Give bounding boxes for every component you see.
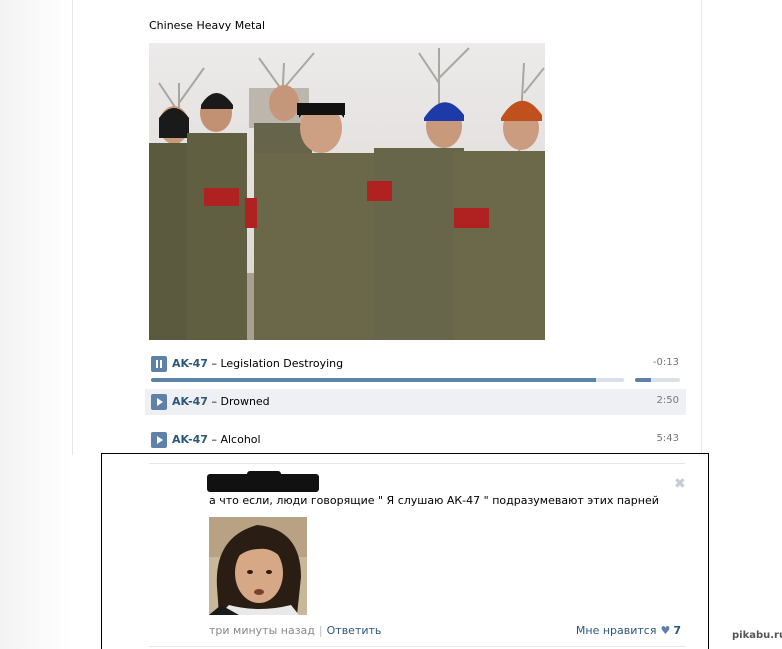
reply-link[interactable]: Ответить (327, 624, 382, 637)
volume-fill (635, 378, 651, 382)
like-label: Мне нравится (575, 624, 657, 637)
track-title: AK-47 – Drowned (172, 395, 270, 408)
post-photo[interactable] (149, 43, 545, 340)
heart-icon: ♥ (660, 624, 671, 637)
comment-text: а что если, люди говорящие " Я слушаю АК… (209, 494, 659, 507)
track-name: Alcohol (220, 433, 261, 446)
close-icon[interactable]: ✖ (674, 476, 686, 492)
track-artist-link[interactable]: AK-47 (172, 395, 208, 408)
track-duration: 5:43 (656, 433, 679, 444)
volume-slider[interactable] (635, 378, 680, 382)
post-text: Chinese Heavy Metal (149, 19, 266, 32)
audio-track-3[interactable]: AK-47 – Alcohol 5:43 (145, 427, 686, 453)
track-artist-link[interactable]: AK-47 (172, 433, 208, 446)
track-progress-bar[interactable] (151, 378, 624, 382)
play-icon (157, 398, 163, 406)
progress-fill (151, 378, 596, 382)
page-left-background (0, 0, 72, 649)
comment-meta: три минуты назад | Ответить (209, 624, 381, 637)
like-button[interactable]: Мне нравится ♥ 7 (576, 624, 681, 637)
comment-time: три минуты назад (209, 624, 315, 637)
watermark: pikabu.ru (732, 630, 782, 641)
audio-track-1[interactable]: AK-47 – Legislation Destroying -0:13 (145, 351, 686, 377)
pause-icon (156, 360, 158, 368)
pause-button[interactable] (151, 356, 167, 372)
comment-image[interactable] (209, 517, 307, 615)
track-title: AK-47 – Alcohol (172, 433, 261, 446)
track-title: AK-47 – Legislation Destroying (172, 357, 344, 370)
play-button[interactable] (151, 432, 167, 448)
track-name: Legislation Destroying (220, 357, 344, 370)
track-duration: 2:50 (656, 395, 679, 406)
audio-track-2[interactable]: AK-47 – Drowned 2:50 (145, 389, 686, 415)
play-icon (157, 436, 163, 444)
divider (149, 646, 685, 647)
like-count: 7 (673, 624, 681, 637)
redacted-author-name (207, 471, 319, 492)
comment-panel (101, 453, 709, 649)
track-artist-link[interactable]: AK-47 (172, 357, 208, 370)
play-button[interactable] (151, 394, 167, 410)
divider (149, 463, 685, 464)
track-duration: -0:13 (652, 357, 679, 368)
meta-separator: | (318, 624, 323, 637)
track-name: Drowned (220, 395, 270, 408)
